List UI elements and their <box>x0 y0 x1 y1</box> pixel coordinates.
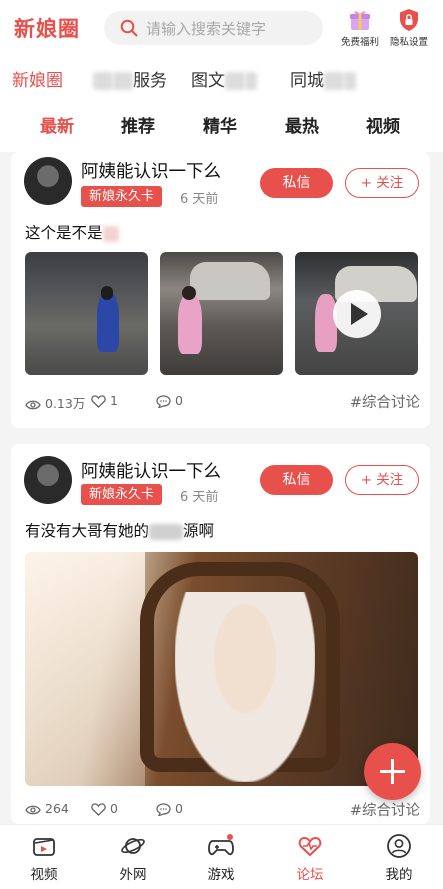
gift-icon <box>350 11 370 30</box>
author-name[interactable]: 阿姨能认识一下么 <box>81 158 221 183</box>
heartbeat-icon <box>298 836 322 857</box>
heart-icon <box>91 395 106 408</box>
comments-count[interactable]: 0 <box>156 801 183 817</box>
sort-tabs: 最新 推荐 精华 最热 视频 <box>0 104 443 144</box>
gamepad-icon <box>208 834 234 856</box>
search-icon <box>120 19 138 37</box>
category-tabs: 新娘圈 有服务 图文 同城 <box>0 60 443 96</box>
avatar[interactable] <box>24 157 72 205</box>
tab-latest[interactable]: 最新 <box>40 112 74 137</box>
nav-profile[interactable]: 我的 <box>369 833 429 883</box>
post-stats: 264 0 0 #综合讨论 <box>25 801 420 819</box>
nav-games[interactable]: 游戏 <box>191 833 251 883</box>
post-text: 这个是不是 <box>25 221 119 243</box>
tab-featured[interactable]: 精华 <box>203 112 237 137</box>
tab-services[interactable]: 有服务 <box>93 66 167 91</box>
bottom-navigation: 视频 外网 游戏 论坛 我的 <box>0 824 443 889</box>
member-badge: 新娘永久卡 <box>81 484 163 505</box>
post-image[interactable] <box>25 552 418 786</box>
post-image[interactable] <box>160 252 283 375</box>
play-icon[interactable] <box>333 290 381 338</box>
comment-icon <box>156 395 171 409</box>
post-image[interactable] <box>25 252 148 375</box>
comments-count[interactable]: 0 <box>156 393 183 409</box>
tab-image-text[interactable]: 图文 <box>191 66 257 91</box>
planet-icon <box>121 838 145 854</box>
tab-hottest[interactable]: 最热 <box>285 112 319 137</box>
avatar[interactable] <box>24 456 72 504</box>
top-header: 新娘圈 请输入搜索关键字 免费福利 隐私设置 新娘圈 有服务 图文 同城 最新 <box>0 0 443 152</box>
member-badge: 新娘永久卡 <box>81 186 163 207</box>
follow-button[interactable]: + 关注 <box>345 465 419 495</box>
eye-icon <box>25 805 41 815</box>
likes-count[interactable]: 0 <box>91 801 118 816</box>
video-thumbnail[interactable] <box>295 252 418 375</box>
video-icon <box>33 838 55 856</box>
tab-recommended[interactable]: 推荐 <box>121 112 155 137</box>
free-benefits-button[interactable]: 免费福利 <box>334 6 386 48</box>
tab-same-city[interactable]: 同城 <box>290 66 356 91</box>
search-placeholder: 请输入搜索关键字 <box>146 20 267 38</box>
user-icon <box>387 834 411 858</box>
post-time: 6 天前 <box>180 192 219 207</box>
nav-forum[interactable]: 论坛 <box>280 833 340 883</box>
likes-count[interactable]: 1 <box>91 393 118 408</box>
search-bar[interactable]: 请输入搜索关键字 <box>104 11 323 45</box>
eye-icon <box>25 400 41 410</box>
privacy-settings-label: 隐私设置 <box>389 37 428 48</box>
topic-tag[interactable]: #综合讨论 <box>350 391 420 412</box>
follow-button[interactable]: + 关注 <box>345 168 419 198</box>
nav-video[interactable]: 视频 <box>14 833 74 883</box>
post-stats: 0.13万 1 0 #综合讨论 <box>25 393 420 411</box>
tab-videos[interactable]: 视频 <box>366 112 400 137</box>
app-logo[interactable]: 新娘圈 <box>14 13 80 43</box>
shield-icon <box>400 9 418 31</box>
views-count: 264 <box>25 801 69 816</box>
message-button[interactable]: 私信 <box>260 168 333 198</box>
views-count: 0.13万 <box>25 393 85 412</box>
author-name[interactable]: 阿姨能认识一下么 <box>81 458 221 483</box>
topic-tag[interactable]: #综合讨论 <box>350 799 420 820</box>
heart-icon <box>91 803 106 816</box>
post-card[interactable]: 阿姨能认识一下么 新娘永久卡 6 天前 私信 + 关注 这个是不是 0.13万 … <box>11 152 430 428</box>
post-time: 6 天前 <box>180 490 219 505</box>
free-benefits-label: 免费福利 <box>340 37 379 48</box>
tab-bride-circle[interactable]: 新娘圈 <box>12 66 63 91</box>
nav-external[interactable]: 外网 <box>103 833 163 883</box>
message-button[interactable]: 私信 <box>260 465 333 495</box>
privacy-settings-button[interactable]: 隐私设置 <box>383 6 435 48</box>
comment-icon <box>156 803 171 817</box>
create-post-button[interactable] <box>364 743 421 800</box>
post-text: 有没有大哥有她的 源啊 <box>25 522 215 540</box>
